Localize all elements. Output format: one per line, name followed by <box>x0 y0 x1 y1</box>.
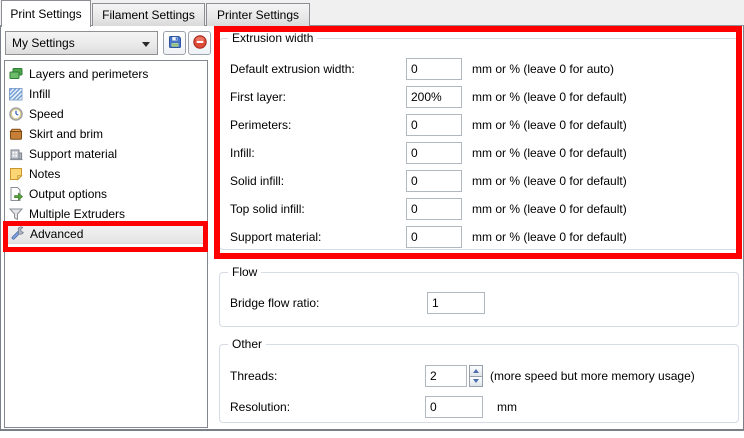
sidebar-item-notes[interactable]: Notes <box>5 164 207 184</box>
perimeters-input[interactable] <box>406 114 462 136</box>
field-hint: mm or % (leave 0 for default) <box>472 114 627 136</box>
support-building-icon <box>8 146 24 162</box>
field-hint: mm or % (leave 0 for default) <box>472 226 627 248</box>
sidebar-item-output-options[interactable]: Output options <box>5 184 207 204</box>
field-label: Bridge flow ratio: <box>230 292 319 314</box>
field-hint: (more speed but more memory usage) <box>490 365 695 387</box>
solid-infill-input[interactable] <box>406 170 462 192</box>
sidebar-item-speed[interactable]: Speed <box>5 104 207 124</box>
group-title: Other <box>228 337 266 351</box>
settings-page: My Settings <box>0 26 744 431</box>
extrusion-width-group: Extrusion width Default extrusion width:… <box>219 38 739 250</box>
threads-input[interactable] <box>425 365 467 387</box>
sidebar-item-multiple-extruders[interactable]: Multiple Extruders <box>5 204 207 224</box>
field-label: Support material: <box>230 226 321 248</box>
sidebar-item-label: Layers and perimeters <box>29 67 148 81</box>
tab-printer-settings[interactable]: Printer Settings <box>206 3 310 26</box>
tab-label: Printer Settings <box>217 8 299 22</box>
sidebar-item-support-material[interactable]: Support material <box>5 144 207 164</box>
field-label: First layer: <box>230 86 286 108</box>
field-label: Threads: <box>230 365 277 387</box>
other-group: Other Threads: (more speed but more memo… <box>219 344 739 423</box>
sidebar-item-label: Advanced <box>30 227 83 241</box>
field-hint: mm or % (leave 0 for auto) <box>472 58 614 80</box>
field-hint: mm or % (leave 0 for default) <box>472 142 627 164</box>
sidebar-item-label: Support material <box>29 147 117 161</box>
field-hint: mm or % (leave 0 for default) <box>472 170 627 192</box>
sidebar-item-label: Multiple Extruders <box>29 207 125 221</box>
field-hint: mm or % (leave 0 for default) <box>472 198 627 220</box>
sidebar-item-label: Output options <box>29 187 107 201</box>
tab-print-settings[interactable]: Print Settings <box>1 0 91 27</box>
field-label: Perimeters: <box>230 114 291 136</box>
resolution-input[interactable] <box>425 396 483 418</box>
triangle-up-icon <box>473 369 479 373</box>
field-label: Top solid infill: <box>230 198 305 220</box>
infill-icon <box>8 86 24 102</box>
preset-dropdown[interactable]: My Settings <box>5 31 158 55</box>
field-label: Default extrusion width: <box>230 58 355 80</box>
sidebar-item-infill[interactable]: Infill <box>5 84 207 104</box>
speed-clock-icon <box>8 106 24 122</box>
floppy-disk-icon <box>167 34 183 53</box>
settings-category-list: Layers and perimeters Infill <box>4 60 208 428</box>
spin-up-button[interactable] <box>469 365 483 377</box>
sidebar-item-label: Skirt and brim <box>29 127 103 141</box>
chevron-down-icon <box>142 42 150 47</box>
preset-dropdown-value: My Settings <box>12 36 75 50</box>
default-extrusion-width-input[interactable] <box>406 58 462 80</box>
sidebar-item-label: Notes <box>29 167 60 181</box>
infill-input[interactable] <box>406 142 462 164</box>
output-arrow-icon <box>8 186 24 202</box>
funnel-icon <box>8 206 24 222</box>
bridge-flow-ratio-input[interactable] <box>427 292 485 314</box>
notes-icon <box>8 166 24 182</box>
slicer-settings-window: Print Settings Filament Settings Printer… <box>0 0 744 438</box>
field-label: Resolution: <box>230 396 290 418</box>
sidebar-item-advanced[interactable]: Advanced <box>5 224 205 244</box>
field-hint: mm or % (leave 0 for default) <box>472 86 627 108</box>
sidebar-item-label: Speed <box>29 107 64 121</box>
triangle-down-icon <box>473 379 479 383</box>
layers-icon <box>8 66 24 82</box>
field-label: Solid infill: <box>230 170 284 192</box>
tab-filament-settings[interactable]: Filament Settings <box>92 3 205 26</box>
tab-label: Filament Settings <box>102 8 195 22</box>
field-hint: mm <box>497 396 517 418</box>
first-layer-input[interactable] <box>406 86 462 108</box>
save-preset-button[interactable] <box>163 31 186 55</box>
threads-spinner <box>469 365 483 387</box>
field-label: Infill: <box>230 142 255 164</box>
top-solid-infill-input[interactable] <box>406 198 462 220</box>
skirt-brim-box-icon <box>8 126 24 142</box>
sidebar-item-label: Infill <box>29 87 50 101</box>
wrench-icon <box>9 226 25 242</box>
group-title: Flow <box>228 265 261 279</box>
sidebar-item-layers-and-perimeters[interactable]: Layers and perimeters <box>5 64 207 84</box>
tab-label: Print Settings <box>10 7 81 21</box>
delete-preset-button[interactable] <box>188 31 211 55</box>
tab-bar: Print Settings Filament Settings Printer… <box>0 0 744 26</box>
sidebar-item-skirt-and-brim[interactable]: Skirt and brim <box>5 124 207 144</box>
flow-group: Flow Bridge flow ratio: <box>219 272 739 327</box>
group-title: Extrusion width <box>228 31 317 45</box>
spin-down-button[interactable] <box>469 377 483 388</box>
minus-circle-icon <box>192 34 208 53</box>
support-material-input[interactable] <box>406 226 462 248</box>
